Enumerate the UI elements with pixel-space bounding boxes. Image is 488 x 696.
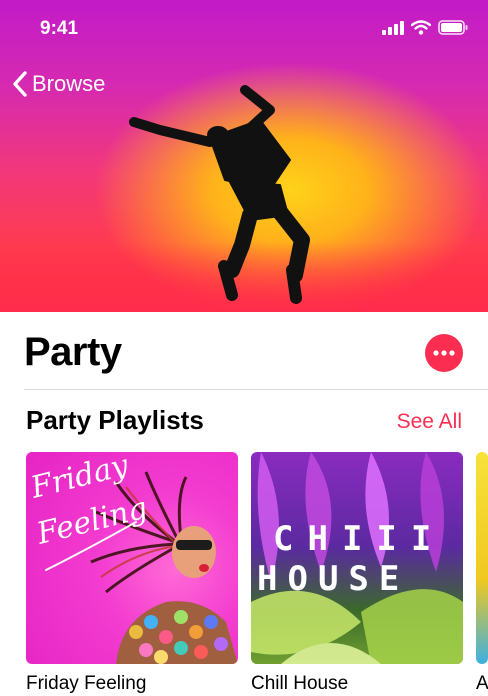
playlist-card-friday-feeling[interactable]: Friday Feeling Friday Feeling: [26, 452, 238, 695]
playlist-artwork: [476, 452, 488, 664]
section-title: Party Playlists: [26, 405, 204, 435]
status-time: 9:41: [40, 18, 79, 39]
dancer-silhouette: [129, 85, 310, 304]
status-bar: 9:41: [0, 0, 488, 60]
hero-image: 9:41 Browse: [0, 0, 488, 312]
playlist-title: Friday Feeling: [26, 673, 147, 694]
divider: [24, 389, 488, 390]
status-icons: [382, 20, 468, 35]
battery-icon: [438, 20, 468, 35]
see-all-link[interactable]: See All: [397, 410, 462, 434]
playlist-title: A: [476, 673, 488, 694]
chevron-left-icon: [13, 71, 27, 97]
friday-feeling-artwork: Friday Feeling: [26, 452, 238, 664]
artwork-title-line2: HOUSE: [257, 559, 409, 599]
back-button-label: Browse: [32, 71, 106, 96]
playlist-artwork: Friday Feeling: [26, 452, 238, 664]
artwork-title-line1: CHIII: [273, 519, 445, 559]
page-title: Party: [24, 330, 122, 374]
more-options-button[interactable]: [425, 334, 463, 372]
chill-house-artwork: CHIII HOUSE: [251, 452, 463, 664]
back-button[interactable]: Browse: [12, 70, 105, 98]
wifi-icon: [411, 20, 431, 35]
playlist-artwork: CHIII HOUSE: [251, 452, 463, 664]
ellipsis-icon: [433, 350, 455, 356]
playlist-card-chill-house[interactable]: CHIII HOUSE Chill House: [251, 452, 463, 695]
playlist-title: Chill House: [251, 673, 349, 694]
playlist-card-partial[interactable]: A: [476, 452, 488, 695]
cellular-signal-icon: [382, 20, 404, 35]
